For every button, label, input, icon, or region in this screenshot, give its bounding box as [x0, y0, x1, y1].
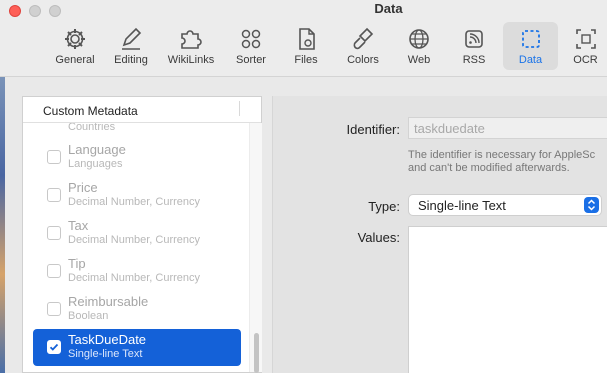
dashed-square-icon — [521, 30, 540, 48]
toolbar-editing[interactable]: Editing — [106, 22, 156, 70]
list-item-name: Tax — [68, 218, 89, 233]
select-stepper-icon — [584, 197, 599, 213]
type-select[interactable]: Single-line Text — [408, 194, 602, 216]
toolbar-ocr[interactable]: OCR — [564, 22, 607, 70]
checkbox-checked[interactable] — [47, 340, 61, 354]
brush-icon — [353, 27, 374, 50]
values-label: Values: — [357, 230, 400, 245]
list-scrollbar[interactable] — [249, 123, 262, 373]
checkbox[interactable] — [47, 188, 61, 202]
list-item-name: Language — [68, 142, 126, 157]
note-line: The identifier is necessary for AppleSc — [408, 149, 596, 161]
toolbar-label: WikiLinks — [167, 54, 215, 66]
toolbar-general[interactable]: General — [48, 22, 102, 70]
identifier-label: Identifier: — [346, 122, 400, 137]
checkbox[interactable] — [47, 150, 61, 164]
pencil-icon — [122, 27, 142, 50]
scrollbar-thumb[interactable] — [254, 333, 259, 373]
toolbar-label: RSS — [462, 54, 486, 66]
toolbar-web[interactable]: Web — [396, 22, 442, 70]
type-select-value: Single-line Text — [418, 198, 506, 213]
list-item-name: Price — [68, 180, 98, 195]
checkbox[interactable] — [47, 264, 61, 278]
toolbar-label: General — [55, 54, 95, 66]
rss-icon — [465, 30, 483, 48]
type-label: Type: — [368, 199, 400, 214]
toolbar-label: Editing — [114, 54, 148, 66]
title-bar: Data General Editing WikiLinks Sorter Fi… — [0, 0, 607, 77]
identifier-value: taskduedate — [414, 121, 485, 136]
list-item-sub: Boolean — [68, 310, 109, 322]
checkbox[interactable] — [47, 226, 61, 240]
toolbar-colors[interactable]: Colors — [337, 22, 389, 70]
list-header: Custom Metadata — [23, 97, 261, 123]
checkmark-icon — [49, 343, 59, 351]
list-item-taskduedate[interactable]: TaskDueDate Single-line Text — [33, 329, 241, 366]
window-title: Data — [374, 1, 403, 16]
document-gear-icon — [299, 28, 315, 50]
header-divider — [239, 101, 240, 116]
ocr-icon — [575, 29, 596, 49]
note-line: and can't be modified afterwards. — [408, 162, 570, 174]
identifier-field: taskduedate — [408, 117, 607, 139]
puzzle-icon — [181, 30, 202, 49]
list-item-tax[interactable]: Tax Decimal Number, Currency — [33, 215, 241, 252]
list-item-tip[interactable]: Tip Decimal Number, Currency — [33, 253, 241, 290]
circles-icon — [241, 29, 261, 49]
checkbox[interactable] — [47, 302, 61, 316]
toolbar-label: OCR — [573, 54, 598, 66]
globe-icon — [409, 29, 429, 49]
list-item-name: Reimbursable — [68, 294, 149, 309]
list-item-sub: Languages — [68, 158, 123, 170]
toolbar-label: Sorter — [236, 54, 266, 66]
toolbar-rss[interactable]: RSS — [451, 22, 497, 70]
list-header-label: Custom Metadata — [43, 104, 138, 118]
list-item-sub: Countries — [68, 123, 116, 133]
toolbar-label: Data — [518, 54, 543, 66]
toolbar-data[interactable]: Data — [503, 22, 558, 70]
toolbar-wikilinks[interactable]: WikiLinks — [161, 22, 221, 70]
metadata-list[interactable]: Countries Language Languages Price Decim… — [23, 123, 249, 372]
values-textarea[interactable] — [408, 226, 607, 373]
list-item-partial[interactable]: Countries — [33, 123, 241, 139]
toolbar-files[interactable]: Files — [282, 22, 330, 70]
list-item-language[interactable]: Language Languages — [33, 139, 241, 176]
list-item-sub: Decimal Number, Currency — [68, 272, 201, 284]
toolbar-label: Files — [294, 54, 318, 66]
list-item-price[interactable]: Price Decimal Number, Currency — [33, 177, 241, 214]
list-item-sub: Decimal Number, Currency — [68, 234, 201, 246]
list-item-sub: Decimal Number, Currency — [68, 196, 201, 208]
list-item-sub: Single-line Text — [68, 348, 143, 360]
identifier-note: The identifier is necessary for AppleSc … — [408, 149, 607, 175]
toolbar-label: Colors — [347, 54, 379, 66]
toolbar-label: Web — [407, 54, 431, 66]
list-item-reimbursable[interactable]: Reimbursable Boolean — [33, 291, 241, 328]
gear-icon — [65, 29, 85, 49]
list-item-name: Tip — [68, 256, 86, 271]
custom-metadata-list-panel: Custom Metadata Countries Language Langu… — [22, 96, 262, 373]
list-item-name: TaskDueDate — [68, 332, 147, 347]
toolbar-sorter[interactable]: Sorter — [226, 22, 276, 70]
background-strip — [0, 77, 5, 373]
